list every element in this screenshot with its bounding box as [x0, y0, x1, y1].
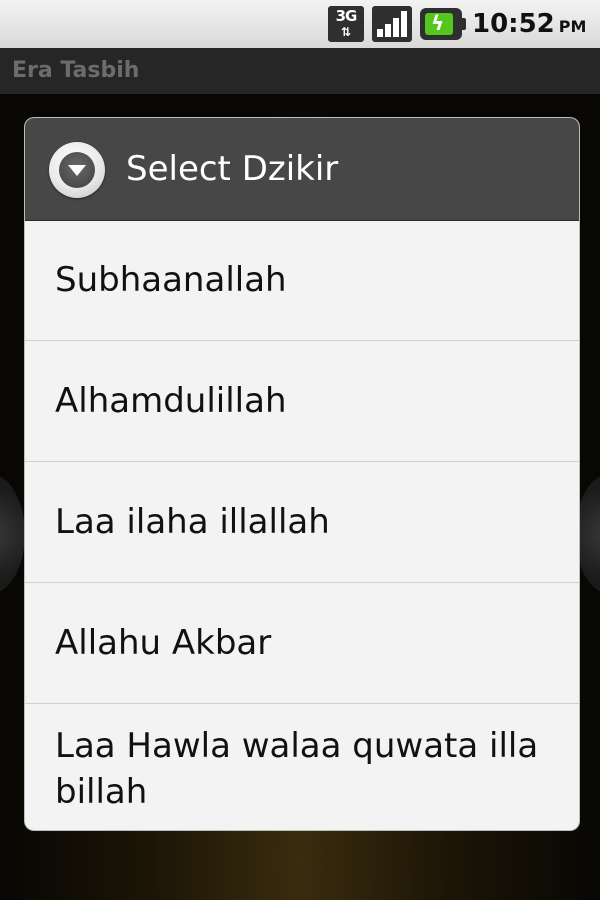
- app-title: Era Tasbih: [12, 58, 140, 83]
- option-laa-ilaha-illallah[interactable]: Laa ilaha illallah: [25, 462, 579, 583]
- background-left-button: [0, 474, 25, 594]
- battery-charging-icon: ϟ: [420, 8, 466, 40]
- dialog-title: Select Dzikir: [126, 149, 339, 189]
- battery-tip: [462, 18, 466, 30]
- network-3g-icon: 3G ⇅: [328, 6, 364, 42]
- option-subhaanallah[interactable]: Subhaanallah: [25, 220, 579, 341]
- chevron-down-icon: [68, 165, 86, 176]
- option-label: Laa ilaha illallah: [55, 502, 330, 542]
- option-laa-hawla[interactable]: Laa Hawla walaa quwata illa billah: [25, 704, 579, 830]
- data-arrows-icon: ⇅: [340, 25, 352, 39]
- option-alhamdulillah[interactable]: Alhamdulillah: [25, 341, 579, 462]
- option-label: Subhaanallah: [55, 260, 287, 300]
- charging-bolt-icon: ϟ: [431, 11, 445, 35]
- signal-strength-icon: [372, 6, 412, 42]
- signal-bar-1: [377, 29, 383, 37]
- select-dzikir-dialog: Select Dzikir Subhaanallah Alhamdulillah…: [25, 118, 579, 830]
- option-label: Allahu Akbar: [55, 623, 272, 663]
- option-allahu-akbar[interactable]: Allahu Akbar: [25, 583, 579, 704]
- signal-bar-4: [401, 11, 407, 37]
- signal-bar-3: [393, 18, 399, 37]
- status-clock: 10:52 PM: [472, 5, 586, 43]
- network-type-label: 3G: [335, 7, 358, 25]
- screen: 3G ⇅ ϟ 10:52 PM Era Tasbih Select Dzikir…: [0, 0, 600, 900]
- clock-time: 10:52: [472, 9, 555, 39]
- status-bar: 3G ⇅ ϟ 10:52 PM: [0, 0, 600, 49]
- clock-ampm: PM: [558, 17, 587, 36]
- signal-bar-2: [385, 24, 391, 37]
- option-label: Laa Hawla walaa quwata illa billah: [55, 726, 539, 812]
- dialog-header: Select Dzikir: [25, 118, 579, 221]
- dropdown-circle-icon: [49, 142, 105, 198]
- app-title-bar: Era Tasbih: [0, 48, 600, 94]
- dzikir-options-list: Subhaanallah Alhamdulillah Laa ilaha ill…: [25, 220, 579, 830]
- option-label: Alhamdulillah: [55, 381, 287, 421]
